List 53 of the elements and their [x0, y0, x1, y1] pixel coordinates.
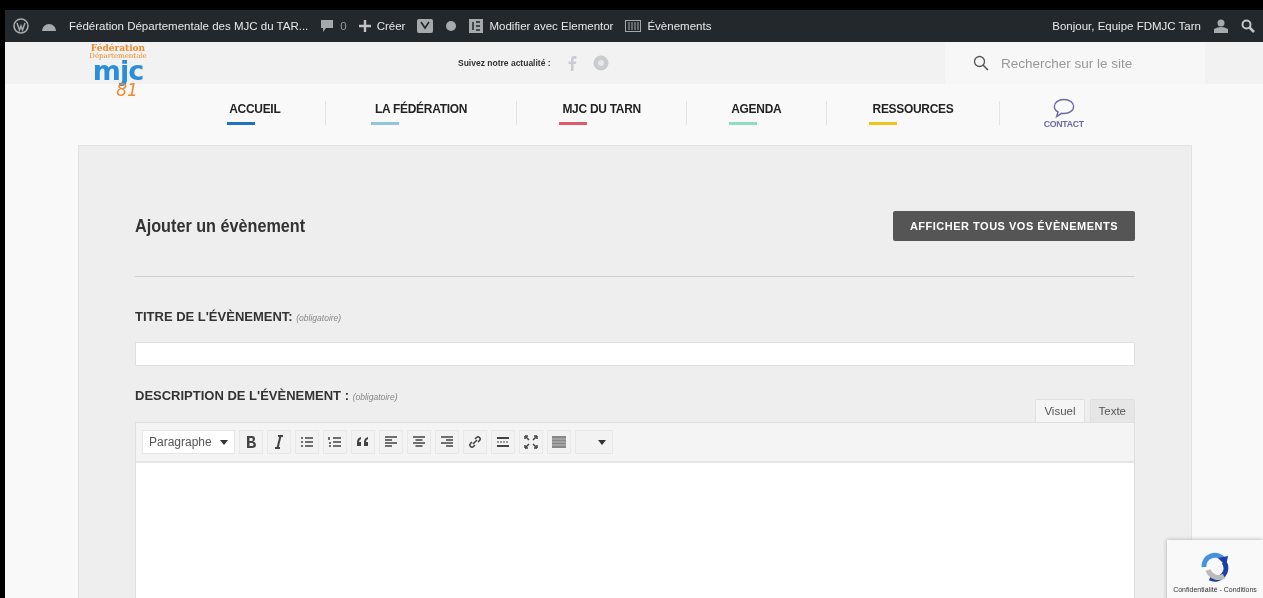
comment-icon[interactable] — [320, 19, 335, 33]
align-right-button[interactable] — [434, 430, 459, 454]
edit-with-elementor-link[interactable]: Modifier avec Elementor — [489, 20, 614, 32]
show-all-events-button[interactable]: AFFICHER TOUS VOS ÉVÈNEMENTS — [893, 211, 1135, 241]
nav-link[interactable]: MJC DU TARN — [562, 101, 641, 116]
quote-button[interactable] — [350, 430, 375, 454]
bold-button[interactable] — [238, 430, 263, 454]
plus-icon[interactable] — [358, 20, 371, 32]
text-color-dropdown[interactable] — [574, 430, 613, 454]
nav-link[interactable]: LA FÉDÉRATION — [374, 101, 467, 116]
comment-count[interactable]: 0 — [340, 20, 347, 32]
fullscreen-icon — [521, 433, 540, 451]
form-title: Ajouter un évènement — [135, 215, 306, 237]
field-label: DESCRIPTION DE L'ÉVÈNEMENT : (obligatoire) — [135, 388, 398, 403]
speech-bubble-icon — [1052, 97, 1075, 118]
bulleted-list-button[interactable] — [294, 430, 319, 454]
elementor-icon[interactable] — [469, 19, 484, 33]
site-name-link[interactable]: Fédération Départementale des MJC du TAR... — [69, 20, 309, 32]
create-link[interactable]: Créer — [376, 20, 406, 32]
description-editor[interactable]: Paragraphe — [135, 422, 1135, 598]
search-box[interactable]: Rechercher sur le site — [945, 42, 1205, 84]
title-input-field[interactable] — [135, 342, 1135, 366]
fullscreen-button[interactable] — [518, 430, 543, 454]
user-icon[interactable] — [1213, 19, 1229, 33]
nav-link[interactable]: ACCUEIL — [229, 101, 281, 116]
nav-link[interactable]: AGENDA — [731, 101, 782, 116]
caret-icon — [597, 439, 606, 445]
toolbar-toggle-button[interactable] — [546, 430, 571, 454]
search-field[interactable]: Rechercher sur le site — [999, 54, 1203, 72]
search-icon[interactable] — [1241, 19, 1255, 33]
seo-plugin-icon[interactable] — [417, 19, 434, 33]
wordpress-icon[interactable] — [13, 18, 29, 34]
logo-text: Fédération — [89, 44, 146, 53]
format-dropdown[interactable]: Paragraphe — [142, 430, 235, 454]
caret-icon — [219, 439, 228, 445]
calendar-icon[interactable] — [625, 20, 642, 32]
nav-link[interactable]: RESSOURCES — [872, 101, 954, 116]
status-dot-icon — [445, 20, 458, 32]
italic-button[interactable] — [266, 430, 291, 454]
link-button[interactable] — [462, 430, 487, 454]
toolbar-toggle-icon — [549, 433, 568, 451]
align-left-button[interactable] — [378, 430, 403, 454]
follow-label: Suivez notre actualité : — [458, 58, 551, 68]
field-label: TITRE DE L'ÉVÈNEMENT: (obligatoire) — [135, 309, 343, 325]
events-link[interactable]: Évènements — [647, 20, 712, 32]
greeting-link[interactable]: Bonjour, Equipe FDMJC Tarn — [1052, 20, 1201, 32]
search-icon — [973, 55, 989, 71]
editor-tab[interactable]: Visuel — [1035, 399, 1085, 422]
nav-link[interactable]: CONTACT — [1043, 97, 1084, 129]
numbered-list-button[interactable] — [322, 430, 347, 454]
read-more-button[interactable] — [490, 430, 515, 454]
editor-tab[interactable]: Texte — [1089, 399, 1135, 422]
align-center-button[interactable] — [406, 430, 431, 454]
